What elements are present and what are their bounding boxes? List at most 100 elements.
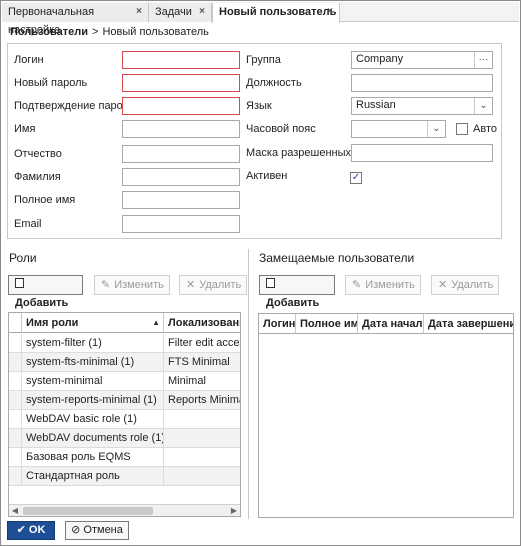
roles-col-localized-header[interactable]: Локализованно bbox=[164, 313, 240, 333]
close-icon: ✕ bbox=[186, 279, 196, 291]
login-field[interactable] bbox=[122, 51, 240, 69]
last-name-field[interactable] bbox=[122, 168, 240, 186]
row-selector[interactable] bbox=[9, 410, 22, 429]
full-name-label: Полное имя bbox=[14, 194, 76, 206]
group-value: Company bbox=[356, 53, 404, 65]
role-localized-cell bbox=[164, 410, 240, 429]
role-localized-cell bbox=[164, 448, 240, 467]
chevron-down-icon[interactable]: ⌄ bbox=[474, 98, 492, 114]
sub-col-login-header[interactable]: Логин bbox=[259, 314, 296, 334]
row-selector[interactable] bbox=[9, 429, 22, 448]
row-selector[interactable] bbox=[9, 353, 22, 372]
timezone-select[interactable]: ⌄ bbox=[351, 120, 446, 138]
confirm-password-field[interactable] bbox=[122, 97, 240, 115]
last-name-label: Фамилия bbox=[14, 171, 61, 183]
scroll-right-icon[interactable]: ▶ bbox=[228, 505, 240, 516]
roles-add-label: Добавить bbox=[15, 297, 69, 309]
table-row[interactable]: WebDAV documents role (1) bbox=[9, 429, 240, 448]
close-icon[interactable]: × bbox=[136, 3, 142, 21]
role-name-cell: WebDAV basic role (1) bbox=[22, 410, 164, 429]
middle-name-label: Отчество bbox=[14, 148, 62, 160]
roles-delete-button[interactable]: ✕ Удалить bbox=[179, 275, 247, 295]
role-localized-cell: FTS Minimal bbox=[168, 356, 230, 368]
roles-col-name-header[interactable]: Имя роли ▲ bbox=[22, 313, 164, 333]
substituted-add-button[interactable]: Добавить bbox=[259, 275, 335, 309]
table-row[interactable]: Стандартная роль bbox=[9, 467, 240, 486]
table-row[interactable]: Базовая роль EQMS bbox=[9, 448, 240, 467]
add-icon bbox=[266, 278, 275, 291]
sub-col-full-name-header[interactable]: Полное имя bbox=[296, 314, 358, 334]
position-field[interactable] bbox=[351, 74, 493, 92]
row-selector[interactable] bbox=[9, 448, 22, 467]
group-select[interactable]: Company ··· bbox=[351, 51, 493, 69]
sub-col-end-date-header[interactable]: Дата завершения bbox=[424, 314, 513, 334]
group-label: Группа bbox=[246, 54, 281, 66]
roles-title: Роли bbox=[9, 251, 37, 265]
middle-name-field[interactable] bbox=[122, 145, 240, 163]
table-row[interactable]: system-minimal Minimal bbox=[9, 372, 240, 391]
close-icon: ✕ bbox=[438, 279, 448, 291]
position-label: Должность bbox=[246, 77, 302, 89]
tab-initial-setup[interactable]: Первоначальная настройка × bbox=[2, 3, 149, 36]
substituted-delete-label: Удалить bbox=[451, 279, 494, 291]
active-checkbox[interactable]: ✓ bbox=[350, 172, 362, 184]
role-name-cell: system-minimal bbox=[22, 372, 164, 391]
row-selector[interactable] bbox=[9, 372, 22, 391]
chevron-down-icon[interactable]: ⌄ bbox=[427, 121, 445, 137]
scroll-left-icon[interactable]: ◀ bbox=[9, 505, 21, 516]
substituted-edit-button[interactable]: ✎ Изменить bbox=[345, 275, 421, 295]
substituted-delete-button[interactable]: ✕ Удалить bbox=[431, 275, 499, 295]
tab-new-user[interactable]: Новый пользователь × bbox=[212, 3, 340, 23]
full-name-field[interactable] bbox=[122, 191, 240, 209]
roles-add-button[interactable]: Добавить bbox=[8, 275, 83, 309]
new-password-label: Новый пароль bbox=[14, 77, 88, 89]
check-icon: ✔ bbox=[16, 524, 29, 536]
table-row[interactable]: system-reports-minimal (1) Reports Minima… bbox=[9, 391, 240, 410]
language-select[interactable]: Russian ⌄ bbox=[351, 97, 493, 115]
new-password-field[interactable] bbox=[122, 74, 240, 92]
role-name-cell: WebDAV documents role (1) bbox=[22, 429, 164, 448]
close-icon[interactable]: × bbox=[199, 3, 205, 21]
substituted-add-label: Добавить bbox=[266, 297, 320, 309]
tab-label: Задачи bbox=[155, 6, 192, 18]
role-name-cell: Стандартная роль bbox=[22, 467, 164, 486]
row-selector[interactable] bbox=[9, 391, 22, 410]
ok-button[interactable]: ✔ OK bbox=[7, 521, 55, 540]
tab-tasks[interactable]: Задачи × bbox=[149, 3, 212, 22]
row-selector[interactable] bbox=[9, 334, 22, 353]
email-label: Email bbox=[14, 218, 42, 230]
sort-asc-icon: ▲ bbox=[152, 318, 160, 327]
language-value: Russian bbox=[356, 99, 396, 111]
user-form-panel: Логин Новый пароль Подтверждение пароля … bbox=[7, 43, 502, 239]
email-field[interactable] bbox=[122, 215, 240, 233]
role-name-cell: system-filter (1) bbox=[22, 334, 164, 353]
scroll-thumb[interactable] bbox=[23, 507, 153, 515]
timezone-label: Часовой пояс bbox=[246, 123, 316, 135]
row-selector[interactable] bbox=[9, 467, 22, 486]
first-name-field[interactable] bbox=[122, 120, 240, 138]
auto-timezone-checkbox[interactable] bbox=[456, 123, 468, 135]
more-icon[interactable]: ··· bbox=[474, 52, 492, 68]
roles-horizontal-scrollbar[interactable]: ◀ ▶ bbox=[9, 504, 240, 516]
roles-col-name-label: Имя роли bbox=[26, 317, 79, 329]
login-label: Логин bbox=[14, 54, 44, 66]
breadcrumb-users-link[interactable]: Пользователи bbox=[10, 26, 88, 38]
first-name-label: Имя bbox=[14, 123, 36, 135]
tab-bar: Первоначальная настройка × Задачи × Новы… bbox=[2, 2, 519, 36]
pencil-icon: ✎ bbox=[352, 279, 362, 291]
substituted-users-title: Замещаемые пользователи bbox=[259, 251, 415, 265]
roles-edit-button[interactable]: ✎ Изменить bbox=[94, 275, 170, 295]
ip-mask-field[interactable] bbox=[351, 144, 493, 162]
table-row[interactable]: system-fts-minimal (1) FTS Minimal bbox=[9, 353, 240, 372]
close-icon[interactable]: × bbox=[327, 3, 333, 21]
row-select-header bbox=[9, 313, 22, 333]
role-localized-cell: Reports Minimal bbox=[168, 394, 241, 406]
table-row[interactable]: system-filter (1) Filter edit access bbox=[9, 334, 240, 353]
cancel-label: Отмена bbox=[83, 524, 123, 536]
breadcrumb: Пользователи > Новый пользователь bbox=[10, 26, 209, 38]
cancel-icon: ⊘ bbox=[71, 524, 84, 536]
sub-col-start-date-header[interactable]: Дата начала bbox=[358, 314, 424, 334]
roles-delete-label: Удалить bbox=[199, 279, 242, 291]
cancel-button[interactable]: ⊘ Отмена bbox=[65, 521, 129, 540]
table-row[interactable]: WebDAV basic role (1) bbox=[9, 410, 240, 429]
